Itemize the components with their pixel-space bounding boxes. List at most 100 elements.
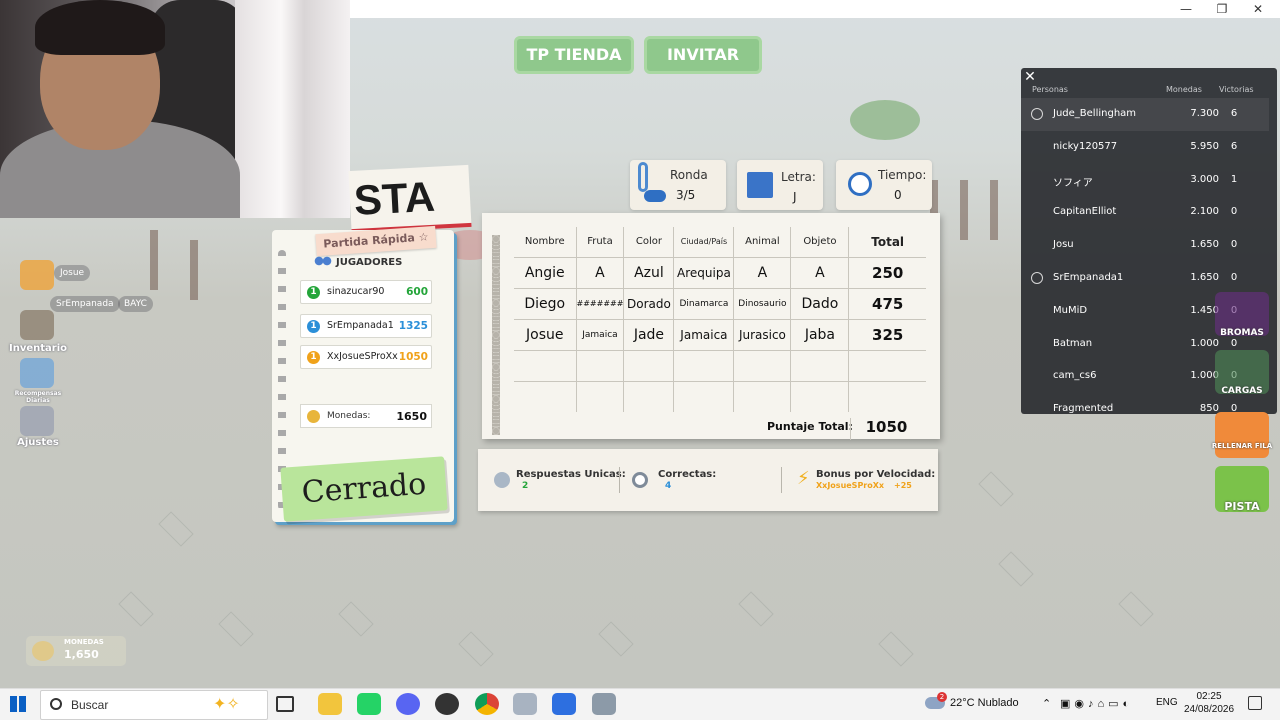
player-name: SrEmpanada1 xyxy=(327,320,394,331)
divider xyxy=(781,467,782,493)
clock-time: 02:25 xyxy=(1196,691,1222,702)
task-view-icon[interactable] xyxy=(276,696,294,712)
windows-start-icon[interactable] xyxy=(10,696,26,712)
leaderboard-row[interactable]: Jude_Bellingham 7.300 6 xyxy=(1021,98,1269,131)
roblox-icon[interactable] xyxy=(552,693,576,715)
table-cell: Dinosaurio xyxy=(733,287,791,319)
coins-row: Monedas: 1650 xyxy=(300,404,432,428)
leaderboard-player-name: cam_cs6 xyxy=(1053,370,1097,382)
coins-hud-label: MONEDAS xyxy=(64,638,104,646)
loads-label: CARGAS xyxy=(1221,386,1263,396)
leaderboard-row[interactable]: CapitanElliot 2.100 0 xyxy=(1021,196,1269,229)
notebook-holes xyxy=(492,235,500,435)
rank-badge-icon: 1 xyxy=(307,351,320,364)
target-icon xyxy=(632,472,648,488)
round-label: Ronda xyxy=(670,168,708,182)
column-header: Color xyxy=(623,227,674,257)
table-cell xyxy=(575,349,624,381)
letter-card: Letra: J xyxy=(737,160,823,210)
time-card: Tiempo: 0 xyxy=(836,160,932,210)
obs-icon[interactable] xyxy=(435,693,459,715)
table-cell: Arequipa xyxy=(673,256,734,288)
leaderboard-coins: 850 xyxy=(1199,403,1219,415)
table-cell xyxy=(673,380,734,412)
leaderboard-row[interactable]: nicky120577 5.950 6 xyxy=(1021,131,1269,164)
coins-label: Monedas: xyxy=(327,411,371,421)
taskbar-search-input[interactable]: Buscar ✦✧ xyxy=(40,690,268,720)
leaderboard-coins: 1.000 xyxy=(1190,337,1219,349)
table-cell: Jamaica xyxy=(673,318,734,350)
table-cell: Jurasico xyxy=(733,318,791,350)
leaderboard-close-button[interactable]: ✕ xyxy=(1021,68,1039,86)
invite-button[interactable]: INVITAR xyxy=(644,36,762,74)
app-window-icon[interactable] xyxy=(592,693,616,715)
table-cell: A xyxy=(575,256,624,288)
leaderboard-coins: 3.000 xyxy=(1190,173,1219,185)
discord-icon[interactable] xyxy=(20,260,54,290)
player-row: 1 XxJosueSProXx 1050 xyxy=(300,345,432,369)
clock-date: 24/08/2026 xyxy=(1183,704,1235,715)
leaderboard-coins: 1.000 xyxy=(1190,370,1219,382)
coins-hud-value: 1,650 xyxy=(64,648,99,661)
round-value: 3/5 xyxy=(676,188,696,202)
coin-icon xyxy=(307,410,320,423)
leaderboard-wins: 6 xyxy=(1230,140,1238,152)
notification-icon[interactable] xyxy=(1248,696,1262,710)
leaderboard-player-name: Josu xyxy=(1053,239,1074,251)
letter-value: J xyxy=(793,190,797,204)
pranks-label: BROMAS xyxy=(1220,328,1264,338)
table-cell: Azul xyxy=(623,256,674,288)
table-row: Josue Jamaica Jade Jamaica Jurasico Jaba… xyxy=(514,318,926,350)
inventory-label[interactable]: Inventario xyxy=(4,343,72,354)
leaderboard-player-name: MuMiD xyxy=(1053,304,1088,316)
column-header: Fruta xyxy=(575,227,624,257)
coins-value: 1650 xyxy=(396,410,427,423)
rewards-gift-icon[interactable] xyxy=(20,358,54,388)
leaderboard-coins: 7.300 xyxy=(1190,108,1219,119)
discord-app-icon[interactable] xyxy=(396,693,420,715)
table-header-row: Nombre Fruta Color Ciudad/País Animal Ob… xyxy=(514,227,926,257)
leaderboard-coins: 1.450 xyxy=(1190,304,1219,316)
tray-icons[interactable]: ▣◉♪⌂▭◐ xyxy=(1060,697,1133,710)
leaderboard-row[interactable]: SrEmpanada1 1.650 0 xyxy=(1021,262,1269,295)
leaderboard-row[interactable]: Josu 1.650 0 xyxy=(1021,229,1269,262)
chrome-icon[interactable] xyxy=(475,693,499,715)
roblox-studio-icon[interactable] xyxy=(513,693,537,715)
shop-teleport-button[interactable]: TP TIENDA xyxy=(514,36,634,74)
inventory-icon[interactable] xyxy=(20,310,54,340)
table-row: Diego ####### Dorado Dinamarca Dinosauri… xyxy=(514,287,926,319)
taskbar-clock[interactable]: 02:25 24/08/2026 xyxy=(1183,690,1235,716)
minimize-button[interactable]: — xyxy=(1168,0,1204,18)
copilot-sparkle-icon: ✦✧ xyxy=(213,694,240,713)
time-value: 0 xyxy=(894,188,902,202)
player-score: 1325 xyxy=(398,320,428,332)
score-table: Nombre Fruta Color Ciudad/País Animal Ob… xyxy=(514,227,926,412)
column-header: Ciudad/País xyxy=(673,227,734,257)
rewards-label[interactable]: Recompensas Diarias xyxy=(4,390,72,404)
player-name: XxJosueSProXx xyxy=(327,351,398,362)
closed-status-card: Cerrado xyxy=(280,456,448,522)
leaderboard-wins: 0 xyxy=(1230,272,1238,283)
leaderboard-row[interactable]: ソフィア 3.000 1 xyxy=(1021,164,1269,197)
search-placeholder: Buscar xyxy=(71,698,109,712)
language-indicator[interactable]: ENG xyxy=(1156,697,1178,708)
file-explorer-icon[interactable] xyxy=(318,693,342,715)
table-cell: Angie xyxy=(514,256,576,288)
settings-gear-icon[interactable] xyxy=(20,406,54,436)
whatsapp-icon[interactable] xyxy=(357,693,381,715)
table-cell xyxy=(575,380,624,412)
unique-answers-label: Respuestas Unicas: xyxy=(516,469,626,480)
unique-answers-value: 2 xyxy=(522,481,529,491)
tray-chevron-icon[interactable]: ⌃ xyxy=(1042,697,1051,710)
close-button[interactable]: ✕ xyxy=(1240,0,1276,18)
leaderboard-player-name: CapitanElliot xyxy=(1053,206,1117,218)
fill-row-button[interactable] xyxy=(1215,412,1269,458)
column-header: Nombre xyxy=(524,236,565,248)
maximize-button[interactable]: ❐ xyxy=(1204,0,1240,18)
stats-bar xyxy=(478,449,938,511)
time-label: Tiempo: xyxy=(878,168,927,182)
settings-label[interactable]: Ajustes xyxy=(4,437,72,448)
weather-text[interactable]: 22°C Nublado xyxy=(950,697,1019,709)
table-cell: A xyxy=(733,256,791,288)
unique-answers-icon xyxy=(494,472,510,488)
